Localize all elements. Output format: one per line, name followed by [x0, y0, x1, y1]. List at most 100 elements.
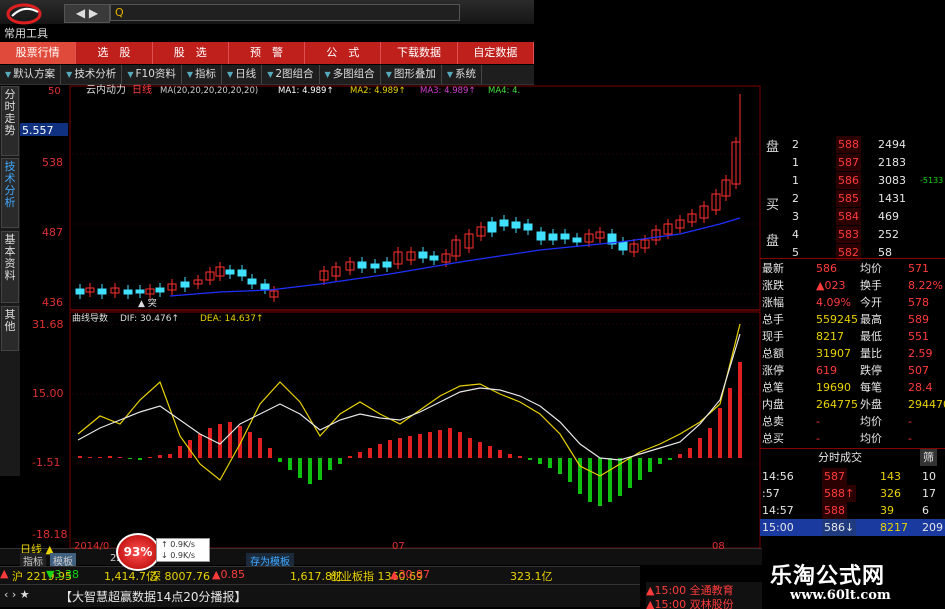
trades-header: 分时成交	[818, 451, 862, 464]
histogram-bar	[268, 448, 272, 458]
stat-label: 涨幅	[762, 296, 784, 309]
histogram-bar	[498, 450, 502, 458]
vertical-tab[interactable]: 技术分析	[1, 158, 19, 228]
vertical-tab[interactable]: 基本资料	[1, 231, 19, 303]
toolbar-button[interactable]: ▼ 默认方案	[0, 65, 62, 84]
search-input[interactable]: Q	[110, 4, 460, 21]
histogram-bar	[78, 456, 82, 458]
news-headline[interactable]: 【大智慧超赢数据14点20分播报】	[60, 588, 247, 605]
volume: 3083	[878, 174, 906, 187]
trade-time: 15:00	[762, 521, 794, 534]
candle-body	[180, 281, 190, 288]
module-tab[interactable]: 预 警	[229, 42, 306, 64]
toolbar-button[interactable]: ▼ 系统	[442, 65, 482, 84]
candle-body	[135, 289, 145, 294]
toolbar-button[interactable]: ▼ 技术分析	[61, 65, 123, 84]
y-tick-label: 31.68	[32, 318, 64, 331]
candle-body	[429, 255, 439, 261]
vertical-tab[interactable]: 其他	[1, 306, 19, 351]
x-tick-mid: 07	[392, 541, 405, 552]
stock-chart[interactable]: 云内动力 日线 MA(20,20,20,20,20,20) MA1: 4.989↑ MA…	[20, 84, 762, 554]
trade-price: 588	[822, 502, 847, 519]
toolbar-button[interactable]: ▼ 日线	[222, 65, 263, 84]
module-tab[interactable]: 下载数据	[381, 42, 458, 64]
news-right-2[interactable]: ▲15:00 双林股份	[646, 596, 762, 609]
histogram-bar	[218, 424, 222, 458]
histogram-bar	[228, 422, 232, 458]
histogram-bar	[738, 362, 742, 458]
level: 1	[792, 156, 799, 169]
toolbar-button-label: 日线	[235, 68, 257, 80]
module-tab[interactable]: 股票行情	[0, 42, 77, 64]
histogram-bar	[98, 457, 102, 458]
index-ticker-item[interactable]: ▲30.87	[390, 568, 430, 581]
nav-back-forward-button[interactable]: ◀ ▶	[64, 4, 110, 23]
main-chart-frame	[69, 85, 761, 311]
module-tab[interactable]: 股 选	[153, 42, 229, 64]
stat-value-2: 8.22%	[908, 279, 943, 292]
trade-volume: 326	[880, 487, 901, 500]
histogram-bar	[108, 456, 112, 458]
dropdown-triangle-icon: ▼	[385, 70, 392, 79]
y-tick-label: 5.557	[22, 124, 54, 137]
ma-value: MA4: 4.	[488, 86, 520, 96]
module-tab[interactable]: 选 股	[76, 42, 153, 64]
price: 583	[836, 226, 861, 243]
stat-label-2: 量比	[860, 347, 882, 360]
chart-toolbar: ▼ 默认方案 ▼ 技术分析 ▼ F10资料 ▼ 指标 ▼ 日线 ▼ 2图组合 ▼ 多图组合 ▼ 图形叠加 ▼ 系统	[0, 65, 534, 85]
trades-header-row: 分时成交 筛	[760, 449, 945, 466]
candle-body	[572, 237, 582, 243]
toolbar-button[interactable]: ▼ 图形叠加	[381, 65, 442, 84]
index-ticker-item[interactable]: ▲0.85	[212, 568, 245, 581]
stat-value-2: 578	[908, 296, 929, 309]
trade-count: 6	[922, 504, 929, 517]
index-ticker-item[interactable]: 深 8007.76	[150, 568, 210, 584]
toolbar-button[interactable]: ▼ 指标	[182, 65, 223, 84]
stat-value: -	[816, 432, 820, 445]
trade-count: 10	[922, 470, 936, 483]
stat-value-2: -	[908, 415, 912, 428]
news-nav-icon[interactable]: ‹ › ★	[4, 588, 30, 601]
index-ticker-item[interactable]: 323.1亿	[510, 568, 553, 584]
stat-label-2: 均价	[860, 415, 882, 428]
stat-value-2: 507	[908, 364, 929, 377]
period-tab-bar: 日线 ▲2014/0220708指标模板存为模板	[0, 541, 762, 568]
order-book-panel: 盘 2 588 2494 1 587 2183 买盘 1 586 3083 -5133 2 585 1431…	[760, 132, 945, 556]
level: 4	[792, 228, 799, 241]
toolbar-button[interactable]: ▼ F10资料	[122, 65, 182, 84]
stat-row: 总买 - 均价 -	[760, 430, 945, 447]
stat-label-2: 跌停	[860, 364, 882, 377]
histogram-bar	[508, 454, 512, 458]
histogram-bar	[528, 458, 532, 460]
network-speed-box: ↑ 0.9K/s ↓ 0.9K/s	[156, 538, 210, 562]
period-label: 日线	[132, 84, 152, 96]
toolbar-button-label: 2图组合	[275, 68, 314, 80]
histogram-bar	[128, 458, 132, 459]
histogram-bar	[248, 432, 252, 458]
histogram-bar	[288, 458, 292, 470]
histogram-bar	[138, 458, 142, 460]
candle-body	[225, 269, 235, 275]
trade-row: 14:56 587 143 10	[760, 468, 945, 485]
vertical-tab[interactable]: 分时走势	[1, 86, 19, 156]
histogram-bar	[318, 458, 322, 480]
candle-body	[523, 223, 533, 231]
histogram-bar	[728, 388, 732, 458]
common-tools-label[interactable]: 常用工具	[4, 25, 48, 41]
module-tab[interactable]: 自定数据	[458, 42, 534, 64]
dropdown-triangle-icon: ▼	[186, 70, 194, 79]
toolbar-button[interactable]: ▼ 2图组合	[262, 65, 320, 84]
candle-body	[511, 221, 521, 229]
stat-value-2: -	[908, 432, 912, 445]
watermark-url: www.60lt.com	[790, 588, 891, 603]
histogram-bar	[688, 448, 692, 458]
stat-label-2: 均价	[860, 262, 882, 275]
toolbar-button[interactable]: ▼ 多图组合	[320, 65, 381, 84]
module-tab[interactable]: 公 式	[305, 42, 382, 64]
network-percent-badge[interactable]: 93%	[116, 533, 160, 571]
toolbar-button-label: 指标	[195, 68, 217, 80]
trade-count: 17	[922, 487, 936, 500]
stat-label-2: 换手	[860, 279, 882, 292]
histogram-bar	[698, 438, 702, 458]
index-ticker-item[interactable]: ▼3.38	[46, 568, 79, 581]
